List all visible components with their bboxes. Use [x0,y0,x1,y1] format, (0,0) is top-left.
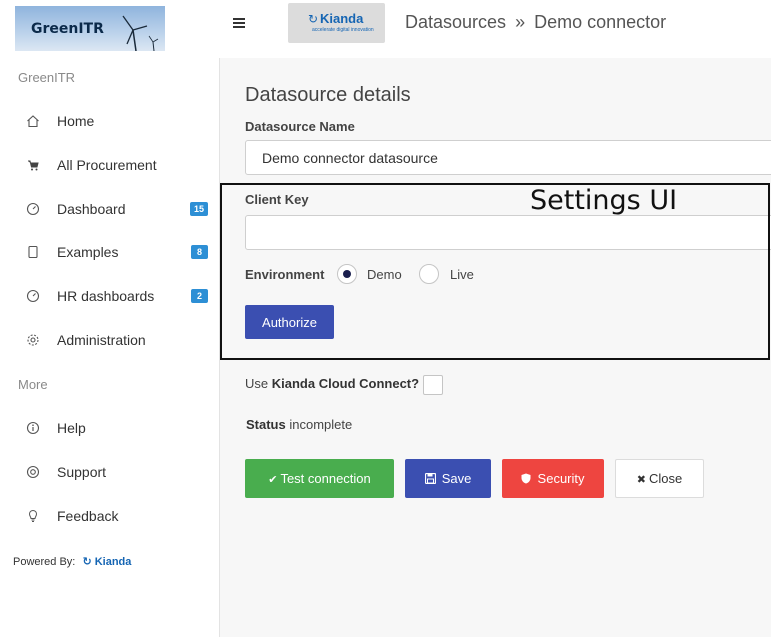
floppy-icon [424,472,439,486]
status-label: Status [246,417,286,432]
sidebar: GreenITR Home All Procurement Dashboard … [0,58,220,637]
breadcrumb-section[interactable]: Datasources [405,12,506,32]
sidebar-item-label: Dashboard [57,201,126,217]
authorize-button[interactable]: Authorize [245,305,334,339]
environment-option-label: Live [450,267,474,282]
close-button[interactable]: ✖ Close [615,459,704,498]
environment-radio-live[interactable] [419,264,439,284]
check-icon: ✔ [268,474,278,486]
annotation-label: Settings UI [530,185,678,216]
cloud-connect-checkbox[interactable] [423,375,443,395]
page-title: Datasource details [245,84,411,106]
client-key-input[interactable] [245,215,771,250]
sidebar-item-label: Support [57,464,107,480]
sidebar-item-dashboard[interactable]: Dashboard 15 [0,191,219,227]
sidebar-item-label: Examples [57,244,119,260]
powered-by-label: Powered By: [13,556,76,568]
breadcrumb-separator: » [515,12,526,32]
datasource-name-label: Datasource Name [245,119,355,134]
sidebar-item-home[interactable]: Home [0,103,219,139]
gear-icon [26,333,40,347]
sidebar-item-label: All Procurement [57,157,157,173]
hamburger-icon [233,18,245,20]
info-icon [26,421,40,435]
kianda-logo: ↻ Kianda accelerate digital innovation [288,3,385,43]
sidebar-item-help[interactable]: Help [0,410,219,446]
sidebar-item-administration[interactable]: Administration [0,322,219,358]
sidebar-item-label: Administration [57,332,146,348]
kianda-logo-tagline: accelerate digital innovation [312,27,374,33]
environment-radio-demo[interactable] [337,264,357,284]
count-badge: 8 [191,245,208,259]
sidebar-item-all-procurement[interactable]: All Procurement [0,147,219,183]
close-icon: ✖ [636,474,646,486]
kianda-logo-name: Kianda [320,11,364,26]
sidebar-item-examples[interactable]: Examples 8 [0,234,219,270]
powered-by: Powered By: ↻ Kianda [13,555,131,568]
environment-option-label: Demo [367,267,402,282]
home-icon [26,114,40,128]
sidebar-item-support[interactable]: Support [0,454,219,490]
breadcrumb-current: Demo connector [534,12,667,32]
status-text: Status incomplete [246,417,352,432]
sidebar-item-label: Help [57,420,86,436]
top-bar: GreenITR ↻ Kianda accelerate digital inn… [0,0,771,58]
menu-toggle-button[interactable] [233,16,251,34]
powered-by-brand[interactable]: ↻ Kianda [82,556,131,568]
test-connection-button[interactable]: ✔ Test connection [245,459,394,498]
count-badge: 15 [189,202,208,216]
status-value: incomplete [289,417,353,432]
count-badge: 2 [191,289,208,303]
cart-icon [26,158,40,172]
main-content: Datasource details Datasource Name Clien… [220,58,771,637]
sidebar-section-title: GreenITR [18,70,76,85]
gauge-icon [26,289,40,303]
datasource-name-input[interactable] [245,140,771,175]
lifebuoy-icon [26,465,40,479]
save-button[interactable]: Save [405,459,491,498]
sidebar-item-label: Feedback [57,508,119,524]
gauge-icon [26,202,40,216]
tablet-icon [26,245,40,259]
sidebar-section-more: More [18,377,48,392]
security-button[interactable]: Security [502,459,604,498]
breadcrumb: Datasources » Demo connector [405,12,666,33]
shield-icon [521,473,534,486]
client-key-label: Client Key [245,192,309,207]
sidebar-item-feedback[interactable]: Feedback [0,498,219,534]
brand-logo[interactable]: GreenITR [15,6,165,51]
sidebar-item-label: Home [57,113,95,129]
sidebar-item-hr-dashboards[interactable]: HR dashboards 2 [0,278,219,314]
lightbulb-icon [26,509,40,523]
kianda-mark-icon: ↻ [308,12,319,26]
environment-label: Environment [245,267,325,282]
sidebar-item-label: HR dashboards [57,288,155,304]
brand-name: GreenITR [31,21,104,37]
cloud-connect-label: Use Kianda Cloud Connect? [245,376,420,391]
